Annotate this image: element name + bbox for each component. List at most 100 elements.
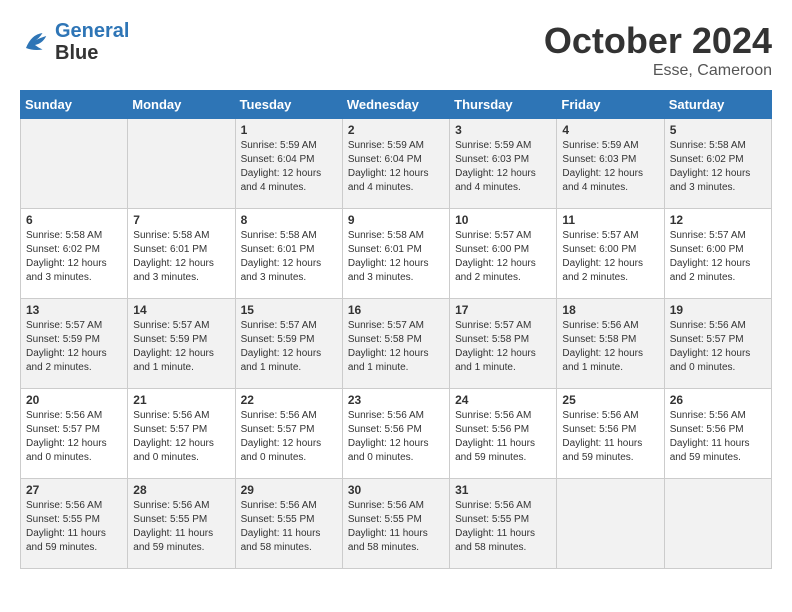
day-info: Sunrise: 5:58 AM Sunset: 6:01 PM Dayligh… xyxy=(348,229,444,285)
day-info: Sunrise: 5:57 AM Sunset: 5:59 PM Dayligh… xyxy=(26,319,122,375)
weekday-header-wednesday: Wednesday xyxy=(342,91,449,119)
day-info: Sunrise: 5:56 AM Sunset: 5:55 PM Dayligh… xyxy=(348,499,444,555)
day-info: Sunrise: 5:56 AM Sunset: 5:56 PM Dayligh… xyxy=(348,409,444,465)
day-number: 27 xyxy=(26,483,122,497)
location-title: Esse, Cameroon xyxy=(544,62,772,80)
day-info: Sunrise: 5:58 AM Sunset: 6:02 PM Dayligh… xyxy=(26,229,122,285)
logo-icon xyxy=(20,27,50,57)
day-number: 31 xyxy=(455,483,551,497)
day-info: Sunrise: 5:56 AM Sunset: 5:58 PM Dayligh… xyxy=(562,319,658,375)
calendar-cell: 29Sunrise: 5:56 AM Sunset: 5:55 PM Dayli… xyxy=(235,479,342,569)
weekday-header-saturday: Saturday xyxy=(664,91,771,119)
calendar-cell: 2Sunrise: 5:59 AM Sunset: 6:04 PM Daylig… xyxy=(342,119,449,209)
calendar-cell: 1 Sunrise: 5:59 AM Sunset: 6:04 PM Daylig… xyxy=(235,119,342,209)
weekday-header-thursday: Thursday xyxy=(450,91,557,119)
day-number: 29 xyxy=(241,483,337,497)
calendar-cell: 22 Sunrise: 5:56 AM Sunset: 5:57 PM Dayli… xyxy=(235,389,342,479)
calendar-cell: 17 Sunrise: 5:57 AM Sunset: 5:58 PM Dayli… xyxy=(450,299,557,389)
calendar-cell: 27 Sunrise: 5:56 AM Sunset: 5:55 PM Dayli… xyxy=(21,479,128,569)
day-info: Sunrise: 5:57 AM Sunset: 6:00 PM Dayligh… xyxy=(670,229,766,285)
day-info: Sunrise: 5:58 AM Sunset: 6:02 PM Dayligh… xyxy=(670,139,766,195)
day-number: 22 xyxy=(241,393,337,407)
day-info: Sunrise: 5:56 AM Sunset: 5:57 PM Dayligh… xyxy=(26,409,122,465)
calendar-row: 20Sunrise: 5:56 AM Sunset: 5:57 PM Dayli… xyxy=(21,389,772,479)
day-number: 24 xyxy=(455,393,551,407)
calendar-row: 13 Sunrise: 5:57 AM Sunset: 5:59 PM Dayli… xyxy=(21,299,772,389)
day-number: 8 xyxy=(241,213,337,227)
logo-text-general: General xyxy=(55,20,129,42)
day-info: Sunrise: 5:58 AM Sunset: 6:01 PM Dayligh… xyxy=(241,229,337,285)
day-number: 13 xyxy=(26,303,122,317)
day-number: 16 xyxy=(348,303,444,317)
calendar-cell: 26Sunrise: 5:56 AM Sunset: 5:56 PM Dayli… xyxy=(664,389,771,479)
day-info: Sunrise: 5:57 AM Sunset: 6:00 PM Dayligh… xyxy=(562,229,658,285)
day-number: 10 xyxy=(455,213,551,227)
weekday-header-sunday: Sunday xyxy=(21,91,128,119)
day-number: 18 xyxy=(562,303,658,317)
day-info: Sunrise: 5:57 AM Sunset: 6:00 PM Dayligh… xyxy=(455,229,551,285)
calendar-cell: 8 Sunrise: 5:58 AM Sunset: 6:01 PM Daylig… xyxy=(235,209,342,299)
calendar-cell xyxy=(557,479,664,569)
day-number: 12 xyxy=(670,213,766,227)
day-info: Sunrise: 5:57 AM Sunset: 5:59 PM Dayligh… xyxy=(133,319,229,375)
day-info: Sunrise: 5:58 AM Sunset: 6:01 PM Dayligh… xyxy=(133,229,229,285)
calendar-cell xyxy=(21,119,128,209)
day-number: 21 xyxy=(133,393,229,407)
calendar-cell: 24 Sunrise: 5:56 AM Sunset: 5:56 PM Dayli… xyxy=(450,389,557,479)
calendar-cell: 21Sunrise: 5:56 AM Sunset: 5:57 PM Dayli… xyxy=(128,389,235,479)
day-number: 11 xyxy=(562,213,658,227)
calendar-body: 1 Sunrise: 5:59 AM Sunset: 6:04 PM Daylig… xyxy=(21,119,772,569)
calendar-cell: 23 Sunrise: 5:56 AM Sunset: 5:56 PM Dayli… xyxy=(342,389,449,479)
calendar-cell: 5 Sunrise: 5:58 AM Sunset: 6:02 PM Daylig… xyxy=(664,119,771,209)
weekday-header-tuesday: Tuesday xyxy=(235,91,342,119)
calendar-cell: 31 Sunrise: 5:56 AM Sunset: 5:55 PM Dayli… xyxy=(450,479,557,569)
calendar-cell: 4 Sunrise: 5:59 AM Sunset: 6:03 PM Daylig… xyxy=(557,119,664,209)
calendar-cell: 30 Sunrise: 5:56 AM Sunset: 5:55 PM Dayli… xyxy=(342,479,449,569)
day-info: Sunrise: 5:56 AM Sunset: 5:56 PM Dayligh… xyxy=(455,409,551,465)
day-info: Sunrise: 5:56 AM Sunset: 5:55 PM Dayligh… xyxy=(26,499,122,555)
weekday-header-friday: Friday xyxy=(557,91,664,119)
day-number: 17 xyxy=(455,303,551,317)
day-info: Sunrise: 5:59 AM Sunset: 6:04 PM Dayligh… xyxy=(241,139,337,195)
day-info: Sunrise: 5:59 AM Sunset: 6:04 PM Dayligh… xyxy=(348,139,444,195)
day-info: Sunrise: 5:56 AM Sunset: 5:55 PM Dayligh… xyxy=(133,499,229,555)
day-number: 14 xyxy=(133,303,229,317)
day-info: Sunrise: 5:56 AM Sunset: 5:57 PM Dayligh… xyxy=(241,409,337,465)
weekday-header-monday: Monday xyxy=(128,91,235,119)
calendar-table: SundayMondayTuesdayWednesdayThursdayFrid… xyxy=(20,90,772,569)
day-info: Sunrise: 5:56 AM Sunset: 5:55 PM Dayligh… xyxy=(455,499,551,555)
calendar-cell: 10 Sunrise: 5:57 AM Sunset: 6:00 PM Dayli… xyxy=(450,209,557,299)
calendar-header-row: SundayMondayTuesdayWednesdayThursdayFrid… xyxy=(21,91,772,119)
logo-text-blue: Blue xyxy=(55,42,98,64)
calendar-cell: 15Sunrise: 5:57 AM Sunset: 5:59 PM Dayli… xyxy=(235,299,342,389)
day-number: 4 xyxy=(562,123,658,137)
day-number: 3 xyxy=(455,123,551,137)
calendar-cell: 18 Sunrise: 5:56 AM Sunset: 5:58 PM Dayli… xyxy=(557,299,664,389)
calendar-cell: 19 Sunrise: 5:56 AM Sunset: 5:57 PM Dayli… xyxy=(664,299,771,389)
calendar-cell xyxy=(128,119,235,209)
day-info: Sunrise: 5:59 AM Sunset: 6:03 PM Dayligh… xyxy=(562,139,658,195)
day-info: Sunrise: 5:56 AM Sunset: 5:57 PM Dayligh… xyxy=(670,319,766,375)
calendar-cell: 16 Sunrise: 5:57 AM Sunset: 5:58 PM Dayli… xyxy=(342,299,449,389)
logo: General Blue xyxy=(20,20,129,64)
day-number: 30 xyxy=(348,483,444,497)
calendar-cell: 9Sunrise: 5:58 AM Sunset: 6:01 PM Daylig… xyxy=(342,209,449,299)
calendar-cell xyxy=(664,479,771,569)
day-number: 19 xyxy=(670,303,766,317)
day-number: 15 xyxy=(241,303,337,317)
day-info: Sunrise: 5:56 AM Sunset: 5:56 PM Dayligh… xyxy=(670,409,766,465)
calendar-row: 6Sunrise: 5:58 AM Sunset: 6:02 PM Daylig… xyxy=(21,209,772,299)
calendar-cell: 14 Sunrise: 5:57 AM Sunset: 5:59 PM Dayli… xyxy=(128,299,235,389)
calendar-cell: 6Sunrise: 5:58 AM Sunset: 6:02 PM Daylig… xyxy=(21,209,128,299)
calendar-cell: 3 Sunrise: 5:59 AM Sunset: 6:03 PM Daylig… xyxy=(450,119,557,209)
calendar-row: 27 Sunrise: 5:56 AM Sunset: 5:55 PM Dayli… xyxy=(21,479,772,569)
day-number: 23 xyxy=(348,393,444,407)
day-info: Sunrise: 5:57 AM Sunset: 5:58 PM Dayligh… xyxy=(348,319,444,375)
day-number: 7 xyxy=(133,213,229,227)
day-info: Sunrise: 5:56 AM Sunset: 5:56 PM Dayligh… xyxy=(562,409,658,465)
day-number: 5 xyxy=(670,123,766,137)
day-info: Sunrise: 5:57 AM Sunset: 5:58 PM Dayligh… xyxy=(455,319,551,375)
day-number: 1 xyxy=(241,123,337,137)
day-info: Sunrise: 5:59 AM Sunset: 6:03 PM Dayligh… xyxy=(455,139,551,195)
title-block: October 2024 Esse, Cameroon xyxy=(544,20,772,80)
